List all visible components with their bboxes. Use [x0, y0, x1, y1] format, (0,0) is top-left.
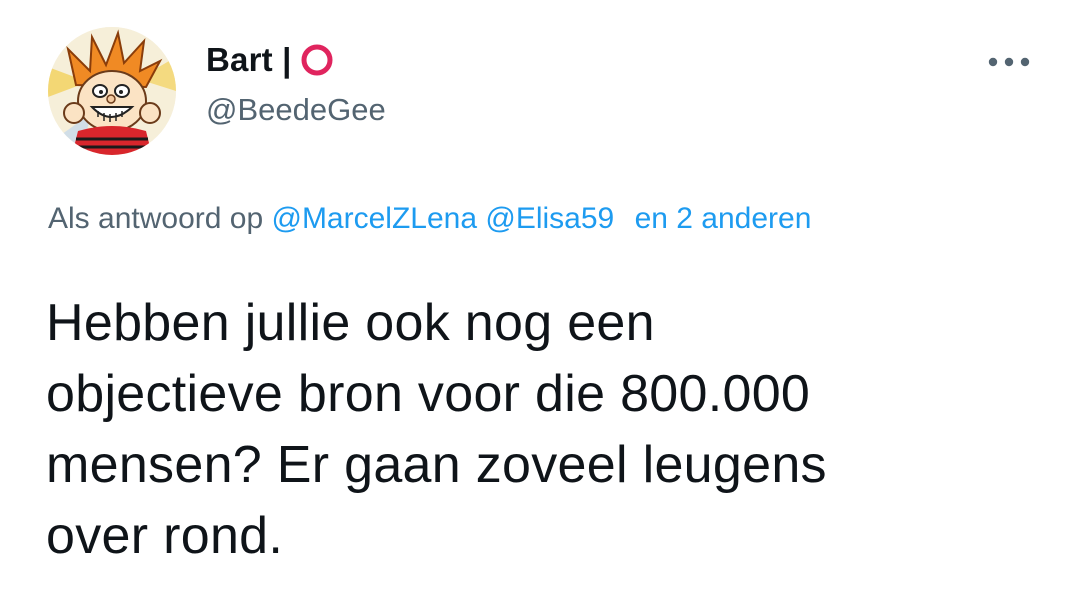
- reply-prefix: Als antwoord op: [48, 202, 264, 235]
- more-options-button[interactable]: [983, 44, 1035, 80]
- cartoon-boy-avatar-icon: [48, 27, 176, 155]
- red-ring-icon: [300, 43, 334, 77]
- tweet-text: Hebben jullie ook nog een objectieve bro…: [46, 294, 827, 565]
- author-name-row[interactable]: Bart |: [206, 38, 334, 82]
- display-name[interactable]: Bart |: [206, 41, 292, 79]
- mention-link[interactable]: @Elisa59: [485, 202, 614, 235]
- mention-link[interactable]: @MarcelZLena: [271, 202, 477, 235]
- others-link[interactable]: en 2 anderen: [635, 202, 812, 235]
- tweet: Bart | @BeedeGee Als antwoord op @Marcel…: [0, 0, 1080, 595]
- avatar[interactable]: [48, 27, 176, 155]
- author-handle[interactable]: @BeedeGee: [206, 92, 386, 128]
- reply-context: Als antwoord op @MarcelZLena @Elisa59 en…: [48, 202, 811, 236]
- more-dots-icon: [988, 57, 1030, 67]
